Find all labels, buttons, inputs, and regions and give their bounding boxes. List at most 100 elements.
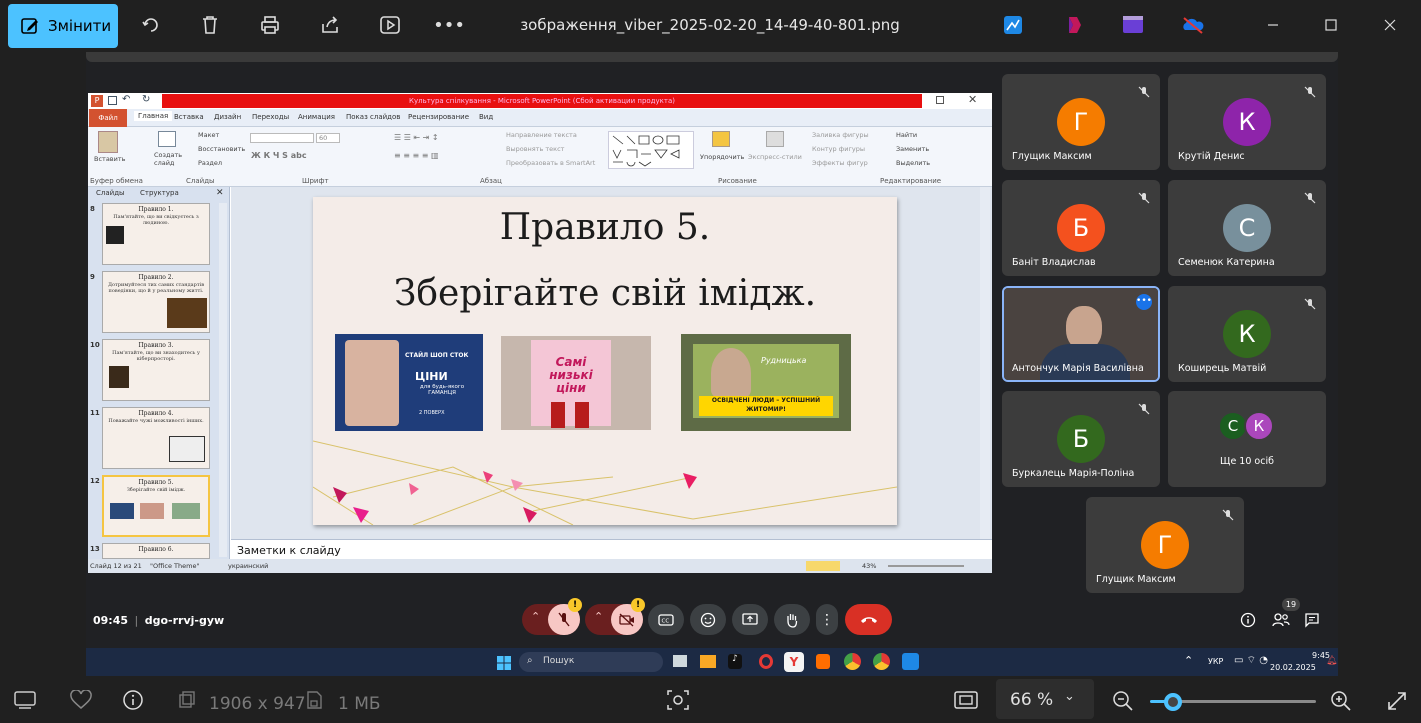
current-slide[interactable]: Правило 5. Зберігайте свій імідж. СТАЙЛ …: [313, 197, 897, 525]
text-direction-button[interactable]: Направление текста: [506, 131, 577, 139]
favorite-heart-icon[interactable]: [70, 689, 92, 714]
participant-tile[interactable]: С Семенюк Катерина: [1168, 180, 1326, 276]
captions-button[interactable]: CC: [648, 604, 684, 635]
photos-app-icon[interactable]: [902, 653, 919, 670]
tab-animation[interactable]: Анимация: [298, 113, 335, 121]
save-icon[interactable]: [108, 96, 117, 105]
filmstrip-icon[interactable]: [14, 690, 36, 714]
slide-thumbnail[interactable]: Правило 6.: [102, 543, 210, 559]
designer-app-icon[interactable]: [1000, 12, 1026, 38]
zoom-slider-track[interactable]: [1174, 700, 1316, 703]
slide-thumbnail-selected[interactable]: Правило 5. Зберігайте свій імідж.: [102, 475, 210, 537]
delete-icon[interactable]: [197, 12, 223, 38]
replace-button[interactable]: Заменить: [896, 145, 929, 153]
maximize-button[interactable]: [1318, 12, 1344, 38]
paste-label[interactable]: Вставить: [94, 155, 125, 163]
arrange-button[interactable]: Упорядочить: [700, 153, 744, 161]
tab-file[interactable]: Файл: [89, 109, 127, 127]
select-button[interactable]: Выделить: [896, 159, 930, 167]
tab-slideshow[interactable]: Показ слайдов: [346, 113, 400, 121]
brave-icon[interactable]: [816, 654, 830, 669]
quick-styles-button[interactable]: Экспресс-стили: [748, 153, 802, 161]
font-name-field[interactable]: [250, 133, 314, 143]
input-language[interactable]: УКР: [1208, 657, 1223, 666]
tab-view[interactable]: Вид: [479, 113, 493, 121]
shape-outline-button[interactable]: Контур фигуры: [812, 145, 865, 153]
task-view-icon[interactable]: [673, 655, 687, 667]
ppt-restore-icon[interactable]: [936, 96, 944, 104]
mic-control[interactable]: ⌃ !: [522, 598, 582, 635]
align-buttons[interactable]: ≡ ≡ ≡ ≡ ▥: [394, 151, 439, 160]
slides-scrollbar[interactable]: [219, 203, 227, 557]
visual-search-icon[interactable]: [666, 689, 690, 715]
onedrive-offline-icon[interactable]: [1180, 12, 1206, 38]
people-icon[interactable]: [1272, 612, 1292, 630]
more-options-button[interactable]: ⋮: [816, 604, 838, 635]
panel-close-icon[interactable]: ✕: [216, 188, 224, 198]
new-slide-icon[interactable]: [158, 131, 176, 147]
tiktok-icon[interactable]: ♪: [728, 654, 742, 669]
present-button[interactable]: [732, 604, 768, 635]
tab-slides[interactable]: Слайды: [96, 189, 125, 197]
tab-review[interactable]: Рецензирование: [408, 113, 469, 121]
tab-outline[interactable]: Структура: [140, 189, 179, 197]
file-info-icon[interactable]: [122, 689, 144, 715]
chrome-profile-icon[interactable]: [873, 653, 890, 670]
slideshow-icon[interactable]: [377, 12, 403, 38]
zoom-out-icon[interactable]: [1112, 690, 1134, 716]
chat-icon[interactable]: [1304, 612, 1322, 630]
close-button[interactable]: [1377, 12, 1403, 38]
zoom-dropdown[interactable]: 66 % ⌄: [996, 679, 1094, 719]
tab-insert[interactable]: Вставка: [174, 113, 204, 121]
edit-button[interactable]: Змінити: [8, 4, 118, 48]
participant-tile[interactable]: Б Буркалець Марія-Поліна: [1002, 391, 1160, 487]
slide-thumbnail[interactable]: Правило 4. Поважайте чужі можливості інш…: [102, 407, 210, 469]
ppt-close-icon[interactable]: ✕: [968, 93, 977, 106]
chevron-up-icon[interactable]: ⌃: [594, 610, 603, 623]
paste-icon[interactable]: [98, 131, 118, 153]
system-tray-icons[interactable]: ▭ ⌔ ◔: [1234, 654, 1268, 667]
more-options-icon[interactable]: •••: [1136, 294, 1152, 310]
participant-tile[interactable]: Г Глущик Максим: [1002, 74, 1160, 170]
shape-fill-button[interactable]: Заливка фигуры: [812, 131, 869, 139]
quick-styles-icon[interactable]: [766, 131, 784, 147]
slide-thumbnail[interactable]: Правило 3. Пам'ятайте, що ви знаходитесь…: [102, 339, 210, 401]
tab-design[interactable]: Дизайн: [214, 113, 241, 121]
copilot-app-icon[interactable]: [1061, 12, 1087, 38]
chrome-icon[interactable]: [844, 653, 861, 670]
undo-icon[interactable]: ↶: [122, 94, 130, 105]
zoom-in-icon[interactable]: [1330, 690, 1352, 716]
participant-tile[interactable]: К Крутій Денис: [1168, 74, 1326, 170]
font-format-buttons[interactable]: Ж К Ч S abc: [251, 151, 307, 160]
share-icon[interactable]: [317, 12, 343, 38]
chevron-up-icon[interactable]: ⌃: [531, 610, 540, 623]
fit-to-window-icon[interactable]: [954, 690, 978, 714]
fullscreen-icon[interactable]: [1386, 690, 1408, 716]
section-button[interactable]: Раздел: [198, 159, 222, 167]
meeting-details-icon[interactable]: [1240, 612, 1258, 630]
shape-effects-button[interactable]: Эффекты фигур: [812, 159, 868, 167]
new-slide-label[interactable]: Создать слайд: [154, 151, 186, 167]
windows-start-icon[interactable]: [497, 655, 511, 670]
reactions-button[interactable]: [690, 604, 726, 635]
zoom-slider-thumb[interactable]: [1164, 693, 1182, 711]
more-options-icon[interactable]: •••: [433, 12, 465, 38]
slide-scrollbar[interactable]: [980, 187, 990, 539]
view-buttons[interactable]: [806, 561, 840, 571]
align-text-button[interactable]: Выровнять текст: [506, 145, 564, 153]
shapes-gallery[interactable]: [608, 131, 694, 169]
rotate-icon[interactable]: [138, 12, 164, 38]
arrange-icon[interactable]: [712, 131, 730, 147]
participant-tile[interactable]: Б Баніт Владислав: [1002, 180, 1160, 276]
clipchamp-app-icon[interactable]: [1120, 12, 1146, 38]
reset-button[interactable]: Восстановить: [198, 145, 245, 153]
notification-bell-icon[interactable]: 🔔︎: [1326, 656, 1337, 666]
slide-thumbnail[interactable]: Правило 1. Пам'ятайте, що ви свідкуєтесь…: [102, 203, 210, 265]
raise-hand-button[interactable]: [774, 604, 810, 635]
print-icon[interactable]: [257, 12, 283, 38]
tab-transitions[interactable]: Переходы: [252, 113, 289, 121]
chevron-up-icon[interactable]: ⌃: [1184, 654, 1193, 667]
list-buttons[interactable]: ☰ ☰ ⇤ ⇥ ↕: [394, 133, 439, 142]
tab-home[interactable]: Главная: [134, 111, 173, 121]
redo-icon[interactable]: ↻: [142, 94, 150, 105]
